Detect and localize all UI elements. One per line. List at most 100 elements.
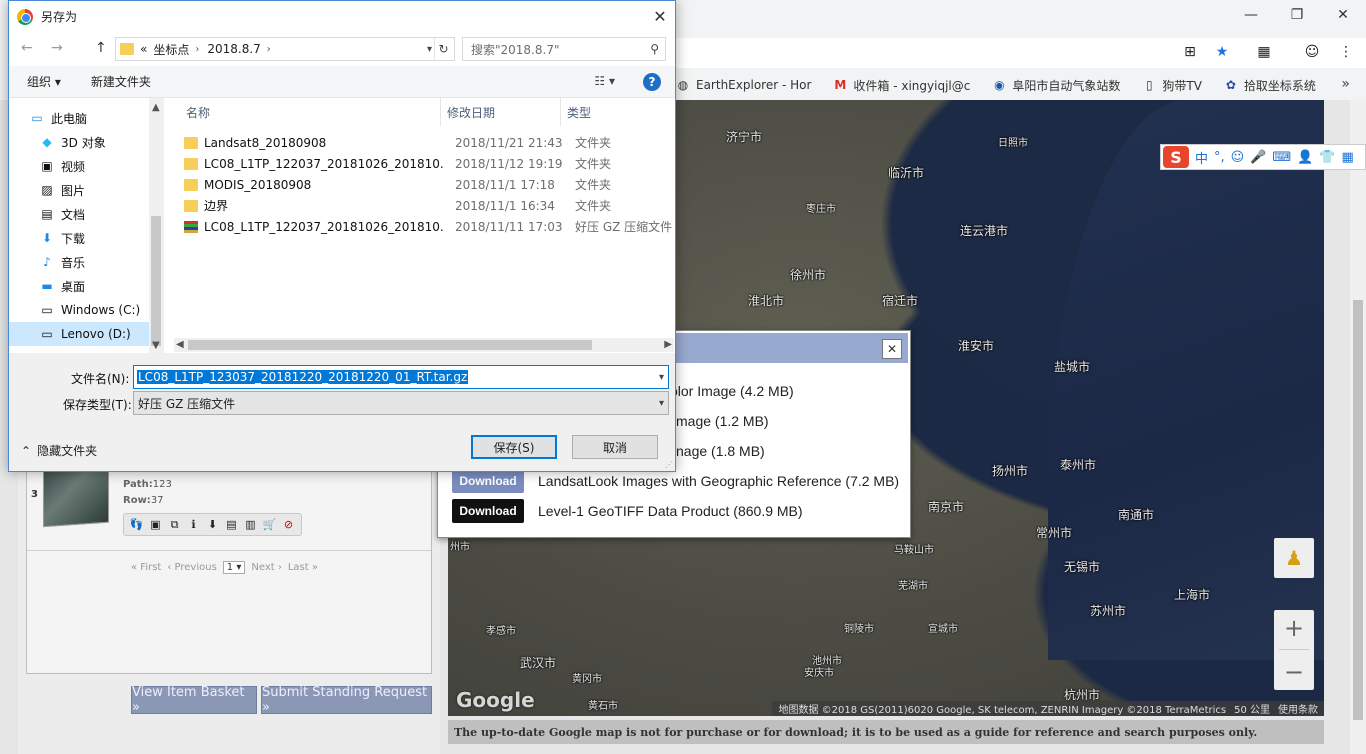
- column-header-name[interactable]: 名称: [186, 104, 210, 121]
- metadata-icon[interactable]: ℹ: [185, 516, 202, 533]
- resize-grip-icon[interactable]: ⋰: [665, 460, 673, 469]
- hide-folders-toggle[interactable]: ⌃ 隐藏文件夹: [21, 442, 97, 459]
- footprint-icon[interactable]: 👣: [128, 516, 145, 533]
- ime-language-toggle[interactable]: 中: [1195, 148, 1208, 167]
- view-item-basket-button[interactable]: View Item Basket »: [131, 685, 257, 715]
- last-page-link[interactable]: Last »: [288, 562, 318, 573]
- minimize-button[interactable]: —: [1228, 0, 1274, 30]
- zoom-out-button[interactable]: −: [1284, 658, 1304, 686]
- emoji-icon[interactable]: ☺: [1231, 150, 1245, 165]
- terms-link[interactable]: 使用条款: [1278, 701, 1318, 716]
- back-button[interactable]: ←: [21, 40, 33, 56]
- keyboard-icon[interactable]: ⌨: [1272, 150, 1291, 165]
- bookmark-earthexplorer[interactable]: ◍ EarthExplorer - Hor: [676, 78, 812, 92]
- help-icon[interactable]: ?: [643, 73, 661, 91]
- bookmark-gmail[interactable]: M 收件箱 - xingyiqjl@c: [833, 77, 970, 94]
- refresh-icon[interactable]: ↻: [434, 38, 452, 60]
- save-button[interactable]: 保存(S): [471, 435, 557, 459]
- submit-standing-request-button[interactable]: Submit Standing Request »: [261, 685, 432, 715]
- view-options-icon[interactable]: ☷ ▾: [594, 74, 615, 88]
- scroll-right-icon[interactable]: ▶: [664, 339, 672, 350]
- scroll-left-icon[interactable]: ◀: [176, 339, 184, 350]
- compare-icon[interactable]: ⧉: [166, 516, 183, 533]
- page-select[interactable]: 1 ▾: [222, 561, 246, 574]
- translate-icon[interactable]: ⊞: [1180, 42, 1200, 62]
- chevron-right-icon[interactable]: ›: [195, 44, 199, 55]
- nav-pane-scrollbar[interactable]: ▲ ▼: [149, 98, 163, 353]
- popup-close-button[interactable]: ✕: [882, 339, 902, 359]
- column-header-type[interactable]: 类型: [567, 104, 591, 121]
- google-logo: Google: [456, 688, 535, 712]
- bookmarks-more-button[interactable]: »: [1341, 76, 1350, 92]
- file-name: LC08_L1TP_122037_20181026_201810...: [204, 156, 444, 171]
- table-row[interactable]: 边界 2018/11/1 16:34 文件夹: [184, 195, 674, 216]
- restore-button[interactable]: ❐: [1274, 0, 1320, 30]
- extension-icon[interactable]: ▦: [1254, 42, 1274, 62]
- dialog-close-button[interactable]: ✕: [645, 1, 675, 31]
- folder-icon: [184, 199, 198, 212]
- dialog-toolbar: 组织 ▾ 新建文件夹 ☷ ▾ ?: [9, 66, 675, 98]
- cart-icon[interactable]: 🛒: [261, 516, 278, 533]
- exclude-icon[interactable]: ⊘: [280, 516, 297, 533]
- city-label: 临沂市: [888, 166, 925, 180]
- toolbox-icon[interactable]: ▦: [1342, 150, 1354, 165]
- street-view-pegman-icon[interactable]: ♟: [1274, 538, 1314, 578]
- close-window-button[interactable]: ✕: [1320, 0, 1366, 30]
- breadcrumb-overflow[interactable]: «: [140, 42, 147, 56]
- first-page-link[interactable]: « First: [131, 562, 161, 573]
- scrollbar-thumb[interactable]: [151, 216, 161, 346]
- table-row[interactable]: LC08_L1TP_122037_20181026_201810... 2018…: [184, 216, 674, 237]
- overlay-icon[interactable]: ▣: [147, 516, 164, 533]
- download-button[interactable]: Download: [452, 499, 524, 523]
- nav-item-this-pc[interactable]: ▭ 此电脑: [29, 106, 169, 130]
- up-button[interactable]: ↑: [95, 40, 107, 56]
- order-icon[interactable]: ▥: [242, 516, 259, 533]
- divider: [1279, 649, 1309, 651]
- chevron-down-icon[interactable]: ▾: [659, 398, 664, 409]
- zoom-in-button[interactable]: +: [1284, 614, 1304, 642]
- page-scrollbar[interactable]: [1350, 100, 1366, 754]
- breadcrumb-item[interactable]: 坐标点: [153, 41, 189, 58]
- microphone-icon[interactable]: 🎤: [1250, 150, 1266, 165]
- row-label: Row:: [123, 495, 151, 506]
- user-icon[interactable]: 👤: [1297, 150, 1313, 165]
- next-page-link[interactable]: Next ›: [251, 562, 281, 573]
- filetype-select[interactable]: 好压 GZ 压缩文件 ▾: [133, 391, 669, 415]
- filename-field[interactable]: LC08_L1TP_123037_20181220_20181220_01_RT…: [133, 365, 669, 389]
- previous-page-link[interactable]: ‹ Previous: [167, 562, 216, 573]
- table-row[interactable]: Landsat8_20180908 2018/11/21 21:43 文件夹: [184, 132, 674, 153]
- column-header-date[interactable]: 修改日期: [447, 104, 495, 121]
- dialog-address-bar[interactable]: « 坐标点 › 2018.8.7 › ▾ ↻: [115, 37, 455, 61]
- cancel-button[interactable]: 取消: [572, 435, 658, 459]
- nav-item-drive-d[interactable]: ▭ Lenovo (D:): [9, 322, 149, 346]
- skin-icon[interactable]: 👕: [1319, 150, 1335, 165]
- bookmark-goudaitv[interactable]: ▯ 狗带TV: [1142, 77, 1202, 94]
- table-row[interactable]: MODIS_20180908 2018/11/1 17:18 文件夹: [184, 174, 674, 195]
- menu-icon[interactable]: ⋮: [1336, 42, 1356, 62]
- scene-thumbnail[interactable]: [43, 464, 109, 528]
- ime-punctuation-toggle[interactable]: °,: [1214, 150, 1225, 165]
- bookmark-coordinates[interactable]: ✿ 拾取坐标系统: [1224, 77, 1316, 94]
- file-list-hscrollbar[interactable]: ◀ ▶: [174, 338, 674, 352]
- bookmark-weather[interactable]: ◉ 阜阳市自动气象站数: [992, 77, 1120, 94]
- download-options-icon[interactable]: ⬇: [204, 516, 221, 533]
- chevron-down-icon[interactable]: ▾: [659, 372, 664, 383]
- scrollbar-thumb[interactable]: [1353, 300, 1363, 720]
- search-input[interactable]: 搜索"2018.8.7" ⚲: [462, 37, 666, 61]
- bookmark-star-icon[interactable]: ★: [1212, 42, 1232, 62]
- breadcrumb-item[interactable]: 2018.8.7: [207, 42, 260, 56]
- sogou-logo-icon[interactable]: S: [1163, 146, 1189, 168]
- scroll-up-icon[interactable]: ▲: [152, 102, 160, 113]
- chevron-right-icon[interactable]: ›: [267, 44, 271, 55]
- organize-button[interactable]: 组织 ▾: [27, 73, 61, 90]
- scroll-down-icon[interactable]: ▼: [152, 340, 160, 351]
- forward-button[interactable]: →: [51, 40, 63, 56]
- download-button[interactable]: Download: [452, 469, 524, 493]
- bulk-download-icon[interactable]: ▤: [223, 516, 240, 533]
- city-label: 芜湖市: [898, 581, 928, 592]
- chevron-down-icon[interactable]: ▾: [427, 44, 432, 55]
- new-folder-button[interactable]: 新建文件夹: [91, 73, 151, 90]
- table-row[interactable]: LC08_L1TP_122037_20181026_201810... 2018…: [184, 153, 674, 174]
- scrollbar-thumb[interactable]: [188, 340, 592, 350]
- profile-icon[interactable]: ☺: [1302, 42, 1322, 62]
